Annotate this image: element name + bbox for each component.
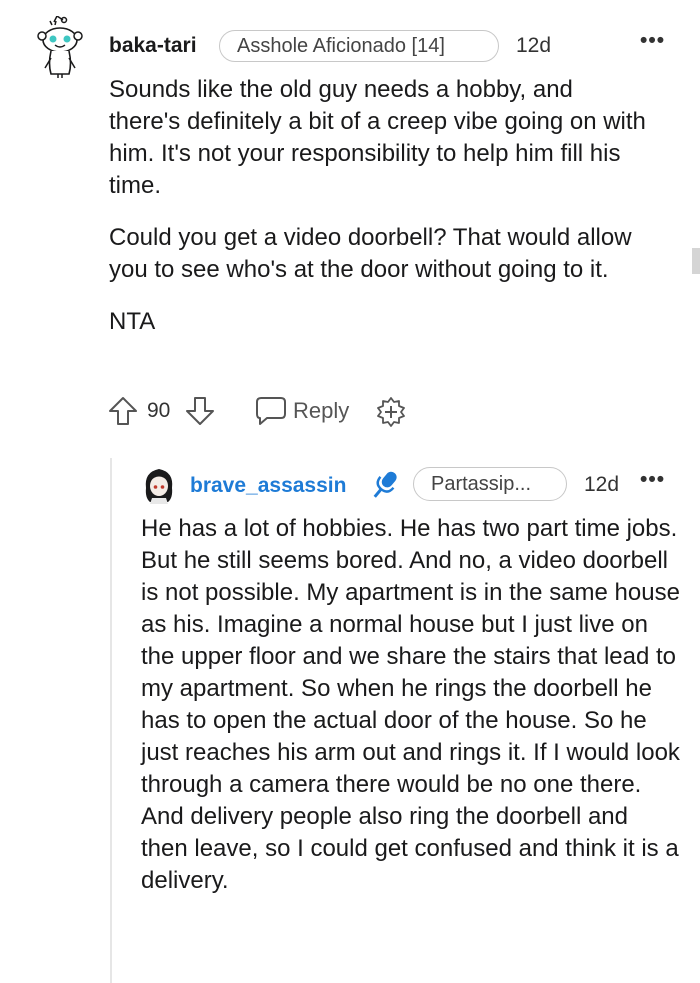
reply-timestamp: 12d [584,473,620,496]
more-options-button[interactable]: ••• [640,30,665,51]
comment-timestamp: 12d [516,34,552,57]
scrollbar-thumb[interactable] [692,248,700,274]
upvote-arrow-icon[interactable] [107,395,139,427]
snoo-avatar-icon[interactable] [34,16,86,78]
reply-bubble-icon[interactable] [255,396,287,426]
reply-button[interactable]: Reply [293,398,349,424]
comment-paragraph: Could you get a video doorbell? That wou… [109,224,632,283]
comment-paragraph: NTA [109,308,156,335]
more-options-button[interactable]: ••• [640,469,665,490]
comment-username[interactable]: baka-tari [109,34,197,58]
microphone-icon [373,471,397,498]
user-flair: Partassip... [413,467,567,501]
comment-actions: 90 Reply [107,395,427,427]
comment-paragraph: Sounds like the old guy needs a hobby, a… [109,76,646,199]
reply-body: He has a lot of hobbies. He has two part… [141,513,681,897]
vote-score: 90 [147,399,171,422]
reply-username[interactable]: brave_assassin [190,474,346,498]
anime-avatar-icon[interactable] [142,466,176,504]
downvote-arrow-icon[interactable] [184,395,216,427]
thread-line[interactable] [110,458,112,983]
award-plus-icon[interactable] [375,396,407,428]
comment-body: Sounds like the old guy needs a hobby, a… [109,74,649,358]
reply-text: He has a lot of hobbies. He has two part… [141,515,680,894]
user-flair: Asshole Aficionado [14] [219,30,499,62]
